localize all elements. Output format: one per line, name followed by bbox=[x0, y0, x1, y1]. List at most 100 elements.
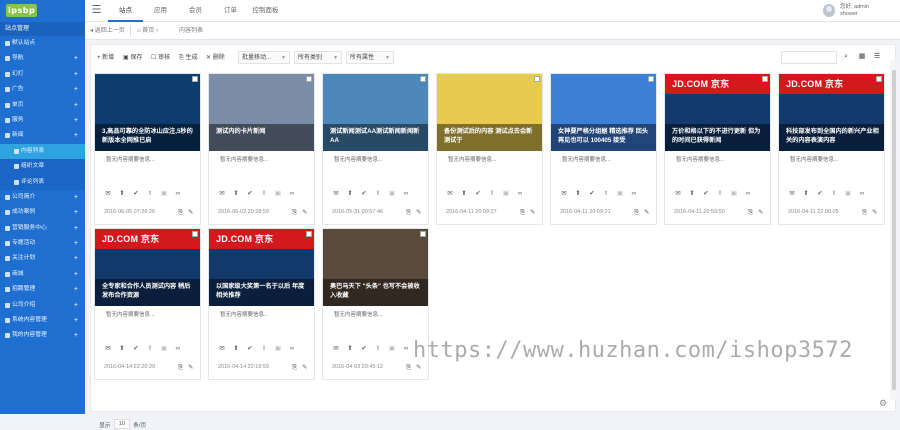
comment-icon[interactable]: ✉ bbox=[104, 344, 112, 353]
page-size-select[interactable]: 10 bbox=[113, 419, 131, 429]
top-icon[interactable]: ⬆ bbox=[574, 189, 582, 198]
like-icon[interactable]: ✔ bbox=[246, 189, 254, 198]
up-icon[interactable]: ⬆ bbox=[374, 189, 382, 198]
sidebar-item[interactable]: 系统内容管理 + bbox=[0, 313, 85, 328]
list-view-icon[interactable]: ☰ bbox=[872, 52, 882, 62]
sidebar-item[interactable]: 公司简介 + bbox=[0, 190, 85, 205]
audit-button[interactable]: ☐ 审核 bbox=[151, 52, 170, 64]
content-card[interactable]: JD.COM 京东 以国家级大奖第一名于以后 年度相关推荐 暂无内容摘要信息... ✉… bbox=[208, 228, 315, 380]
comment-icon[interactable]: ✉ bbox=[788, 189, 796, 198]
copy-icon[interactable]: ⎘ bbox=[178, 363, 183, 372]
top-icon[interactable]: ⬆ bbox=[118, 344, 126, 353]
edit-icon[interactable]: ✎ bbox=[872, 208, 877, 217]
top-icon[interactable]: ⬆ bbox=[688, 189, 696, 198]
comment-icon[interactable]: ✉ bbox=[332, 189, 340, 198]
link-icon[interactable]: ∞ bbox=[402, 189, 410, 198]
comment-icon[interactable]: ✉ bbox=[446, 189, 454, 198]
delete-button[interactable]: ✕ 删除 bbox=[206, 52, 225, 64]
expand-icon[interactable]: + bbox=[74, 128, 78, 143]
copy-icon[interactable]: ⎘ bbox=[292, 208, 297, 217]
like-icon[interactable]: ✔ bbox=[588, 189, 596, 198]
image-icon[interactable]: ▣ bbox=[502, 189, 510, 198]
like-icon[interactable]: ✔ bbox=[360, 344, 368, 353]
card-thumbnail[interactable]: 女神要严格分组据 精选推荐 回头再见也可以 100405 接受 bbox=[551, 74, 656, 151]
card-thumbnail[interactable]: 3,高品可靠的全防冰山应注,5秒的新版本全网推已启 bbox=[95, 74, 200, 151]
content-card[interactable]: JD.COM 京东 科技部发布到全国内的新兴产业相关的内容表演内容 暂无内容摘要信息… bbox=[778, 73, 885, 225]
nav-members[interactable]: 会员 bbox=[178, 0, 213, 22]
sidebar-item[interactable]: 公司介绍 + bbox=[0, 298, 85, 313]
expand-icon[interactable]: + bbox=[74, 236, 78, 251]
nav-apps[interactable]: 应用 bbox=[143, 0, 178, 22]
top-icon[interactable]: ⬆ bbox=[802, 189, 810, 198]
sidebar-item[interactable]: 关注计划 + bbox=[0, 251, 85, 266]
card-thumbnail[interactable]: 测试新闻测试AA测试新闻新闻新AA bbox=[323, 74, 428, 151]
edit-icon[interactable]: ✎ bbox=[758, 208, 763, 217]
card-thumbnail[interactable]: 备份测试后的内容 测试点去会新测试于 bbox=[437, 74, 542, 151]
image-icon[interactable]: ▣ bbox=[730, 189, 738, 198]
content-card[interactable]: 备份测试后的内容 测试点去会新测试于 暂无内容摘要信息... ✉ ⬆ ✔ ⬆ ▣ ∞ 2016-… bbox=[436, 73, 543, 225]
top-icon[interactable]: ⬆ bbox=[232, 344, 240, 353]
select-checkbox[interactable] bbox=[420, 76, 426, 82]
top-icon[interactable]: ⬆ bbox=[346, 344, 354, 353]
copy-icon[interactable]: ⎘ bbox=[748, 208, 753, 217]
edit-icon[interactable]: ✎ bbox=[302, 363, 307, 372]
up-icon[interactable]: ⬆ bbox=[260, 189, 268, 198]
scrollbar[interactable] bbox=[890, 60, 898, 400]
up-icon[interactable]: ⬆ bbox=[260, 344, 268, 353]
content-card[interactable]: 测试内的卡片新闻 暂无内容摘要信息... ✉ ⬆ ✔ ⬆ ▣ ∞ 2016-06-02 20:2… bbox=[208, 73, 315, 225]
generate-button[interactable]: ⎘ 生成 bbox=[179, 52, 198, 64]
expand-icon[interactable]: + bbox=[74, 267, 78, 282]
edit-icon[interactable]: ✎ bbox=[188, 208, 193, 217]
card-thumbnail[interactable]: JD.COM 京东 万价和格以下的不进行更新 但为的时间已获得新闻 bbox=[665, 74, 770, 151]
edit-icon[interactable]: ✎ bbox=[644, 208, 649, 217]
grid-view-icon[interactable]: ▦ bbox=[857, 52, 867, 62]
image-icon[interactable]: ▣ bbox=[274, 189, 282, 198]
attribute-select[interactable]: 所有属性 ▼ bbox=[346, 51, 394, 64]
edit-icon[interactable]: ✎ bbox=[416, 363, 421, 372]
comment-icon[interactable]: ✉ bbox=[674, 189, 682, 198]
like-icon[interactable]: ✔ bbox=[816, 189, 824, 198]
menu-toggle-icon[interactable]: ☰ bbox=[91, 5, 102, 16]
image-icon[interactable]: ▣ bbox=[274, 344, 282, 353]
up-icon[interactable]: ⬆ bbox=[602, 189, 610, 198]
search-input[interactable] bbox=[781, 51, 837, 64]
nav-orders[interactable]: 订单 bbox=[213, 0, 248, 22]
copy-icon[interactable]: ⎘ bbox=[520, 208, 525, 217]
back-link[interactable]: ◂ 返回上一页 bbox=[90, 27, 125, 36]
copy-icon[interactable]: ⎘ bbox=[862, 208, 867, 217]
sidebar-item[interactable]: 导航 + bbox=[0, 51, 85, 66]
edit-icon[interactable]: ✎ bbox=[302, 208, 307, 217]
select-checkbox[interactable] bbox=[306, 231, 312, 237]
select-checkbox[interactable] bbox=[762, 76, 768, 82]
select-checkbox[interactable] bbox=[876, 76, 882, 82]
comment-icon[interactable]: ✉ bbox=[218, 344, 226, 353]
batch-move-select[interactable]: 批量移动... ▼ bbox=[238, 51, 290, 64]
sidebar-item[interactable]: 新闻 + bbox=[0, 128, 85, 143]
up-icon[interactable]: ⬆ bbox=[146, 189, 154, 198]
expand-icon[interactable]: + bbox=[74, 251, 78, 266]
image-icon[interactable]: ▣ bbox=[844, 189, 852, 198]
sidebar-item[interactable]: 评论列表 bbox=[0, 174, 85, 190]
expand-icon[interactable]: + bbox=[74, 98, 78, 113]
link-icon[interactable]: ∞ bbox=[744, 189, 752, 198]
comment-icon[interactable]: ✉ bbox=[560, 189, 568, 198]
new-button[interactable]: + 新增 bbox=[97, 52, 114, 64]
content-card[interactable]: 女神要严格分组据 精选推荐 回头再见也可以 100405 接受 暂无内容摘要信息.… bbox=[550, 73, 657, 225]
edit-icon[interactable]: ✎ bbox=[530, 208, 535, 217]
expand-icon[interactable]: + bbox=[74, 82, 78, 97]
comment-icon[interactable]: ✉ bbox=[218, 189, 226, 198]
top-icon[interactable]: ⬆ bbox=[346, 189, 354, 198]
sidebar-item[interactable]: 组织文章 bbox=[0, 159, 85, 175]
sidebar-item[interactable]: 商城 + bbox=[0, 267, 85, 282]
expand-icon[interactable]: + bbox=[74, 313, 78, 328]
nav-control-panel[interactable]: 控制面板 bbox=[248, 0, 283, 22]
up-icon[interactable]: ⬆ bbox=[146, 344, 154, 353]
copy-icon[interactable]: ⎘ bbox=[406, 363, 411, 372]
content-card[interactable]: 3,高品可靠的全防冰山应注,5秒的新版本全网推已启 暂无内容摘要信息... ✉ ⬆ ✔ ⬆… bbox=[94, 73, 201, 225]
link-icon[interactable]: ∞ bbox=[174, 189, 182, 198]
sidebar-item[interactable]: 营销服务中心 + bbox=[0, 221, 85, 236]
expand-icon[interactable]: + bbox=[74, 190, 78, 205]
image-icon[interactable]: ▣ bbox=[160, 344, 168, 353]
select-checkbox[interactable] bbox=[306, 76, 312, 82]
sidebar-item[interactable]: 广告 + bbox=[0, 82, 85, 97]
